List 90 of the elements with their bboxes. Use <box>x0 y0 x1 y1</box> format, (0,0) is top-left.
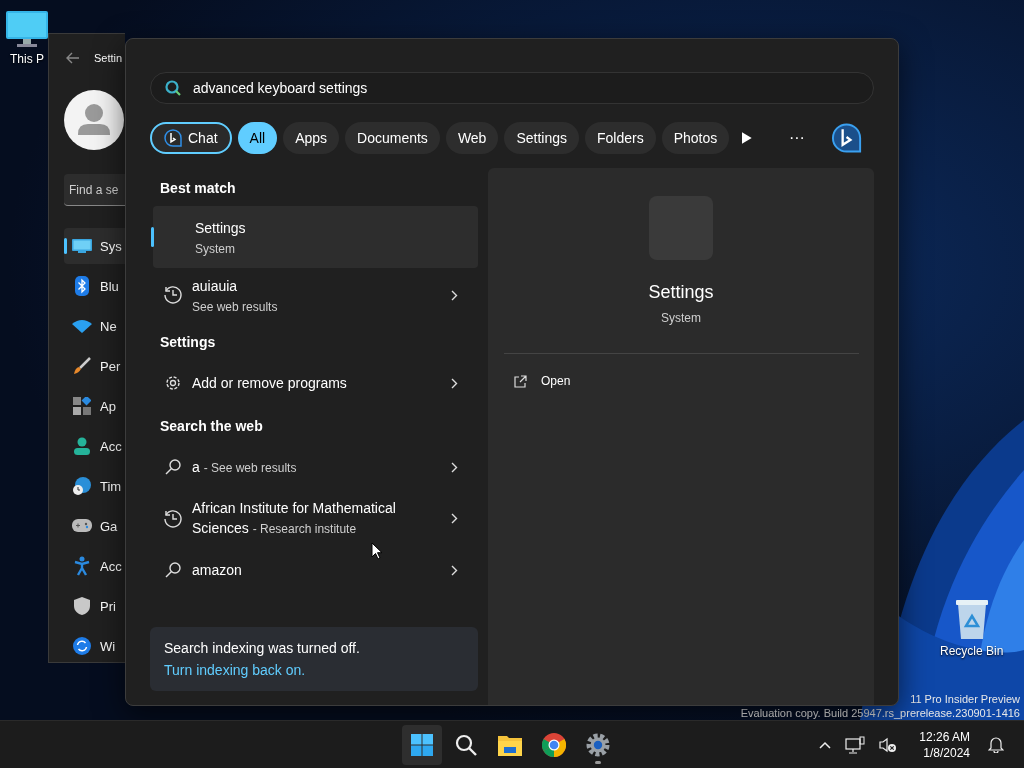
preview-subtitle: System <box>661 311 701 325</box>
chevron-icon <box>451 377 458 389</box>
filter-tab[interactable]: Documents <box>345 122 440 154</box>
notification-bell-icon[interactable] <box>988 736 1004 753</box>
search-field[interactable]: Find a se <box>64 174 125 206</box>
accessibility-icon <box>74 556 90 576</box>
filter-tab[interactable]: Chat <box>150 122 232 154</box>
notice-text: Search indexing was turned off. <box>164 640 361 656</box>
nav-item[interactable]: Ap <box>64 388 125 424</box>
running-indicator <box>595 760 601 764</box>
nav-item[interactable]: Blu <box>64 268 125 304</box>
indexing-link[interactable]: Turn indexing back on. <box>164 662 464 678</box>
clock[interactable]: 12:26 AM 1/8/2024 <box>919 728 970 761</box>
windows-logo-icon <box>411 733 433 756</box>
play-icon[interactable] <box>741 131 753 145</box>
filter-tab[interactable]: All <box>237 122 278 154</box>
browser-icon <box>542 732 566 757</box>
game-controller-icon <box>72 519 92 533</box>
person-icon <box>74 437 90 455</box>
open-external-icon <box>514 374 527 388</box>
result-title: a - See web results <box>192 457 298 477</box>
result-subtitle: System <box>195 242 236 256</box>
filter-tab[interactable]: Apps <box>283 122 340 154</box>
nav-item[interactable]: Ga <box>64 508 125 544</box>
chat-logo-icon[interactable] <box>830 122 862 154</box>
filter-tab[interactable]: Settings <box>504 122 579 154</box>
filter-tab[interactable]: Web <box>445 122 499 154</box>
nav-item[interactable]: Pri <box>64 588 125 624</box>
network-icon[interactable] <box>845 735 866 754</box>
search-result[interactable]: African Institute for Mathematical Sciences - Research institute <box>150 490 478 547</box>
search-result[interactable]: amazon <box>150 547 478 593</box>
chevron-icon <box>451 513 458 524</box>
search-icon <box>165 562 181 578</box>
desktop-icon-label[interactable]: Recycle Bin <box>940 644 1004 658</box>
result-title: amazon <box>192 561 243 580</box>
search-result[interactable]: auiauia See web results <box>150 268 478 322</box>
mouse-cursor-icon <box>371 542 383 560</box>
chat-logo-icon <box>164 129 182 147</box>
gear-icon <box>586 732 610 757</box>
nav-item[interactable]: Acc <box>64 548 125 584</box>
result-title: Settings <box>195 219 247 238</box>
paintbrush-icon <box>73 357 91 375</box>
monitor-icon <box>72 239 92 253</box>
back-arrow-icon[interactable] <box>66 52 80 64</box>
nav-item[interactable]: Acc <box>64 428 125 464</box>
avatar-icon <box>64 90 124 150</box>
search-result[interactable]: Add or remove programs <box>150 360 478 406</box>
result-subtitle: See web results <box>192 300 279 314</box>
window-title: Settin <box>94 52 123 64</box>
section-heading: Settings <box>159 333 217 352</box>
section-heading: Search the web <box>159 417 264 436</box>
taskbar-button[interactable] <box>402 724 442 765</box>
chevron-icon <box>451 289 458 301</box>
history-icon <box>163 508 183 529</box>
history-icon <box>163 285 183 305</box>
filter-tab[interactable]: Photos <box>661 122 730 154</box>
open-action[interactable]: Open <box>514 374 571 388</box>
sync-icon <box>73 637 91 655</box>
search-icon <box>455 733 477 756</box>
muted-speaker-icon[interactable] <box>879 736 898 753</box>
search-icon <box>165 459 181 475</box>
monitor-icon[interactable] <box>5 10 49 48</box>
nav-item[interactable]: Sys <box>64 228 125 264</box>
bluetooth-icon <box>75 276 89 296</box>
search-result[interactable]: Settings System <box>153 206 478 268</box>
apps-icon <box>73 397 91 415</box>
search-result[interactable]: a - See web results <box>150 444 478 490</box>
search-field[interactable]: advanced keyboard settings <box>150 72 874 104</box>
result-title: auiauia <box>192 277 239 296</box>
nav-item[interactable]: Tim <box>64 468 125 504</box>
nav-item[interactable]: Wi <box>64 628 125 662</box>
desktop-icon-label[interactable]: This P <box>10 52 44 66</box>
chevron-up-icon[interactable] <box>819 740 832 749</box>
section-heading: Best match <box>159 179 237 198</box>
more-button[interactable]: ··· <box>788 129 805 147</box>
watermark-text: 11 Pro Insider Preview <box>910 692 1020 706</box>
wifi-icon <box>72 319 92 333</box>
preview-title: Settings <box>648 282 714 303</box>
chevron-icon <box>451 564 458 576</box>
nav-item[interactable]: Ne <box>64 308 125 344</box>
result-title: Add or remove programs <box>192 374 348 393</box>
folder-icon <box>498 733 522 756</box>
result-title: African Institute for Mathematical Sciences - Research institute <box>192 499 397 538</box>
nav-item[interactable]: Per <box>64 348 125 384</box>
chevron-icon <box>451 461 458 473</box>
globe-clock-icon <box>72 476 92 496</box>
settings-icon <box>164 374 182 392</box>
shield-icon <box>74 597 90 615</box>
filter-tab[interactable]: Folders <box>585 122 656 154</box>
search-icon <box>165 80 181 96</box>
